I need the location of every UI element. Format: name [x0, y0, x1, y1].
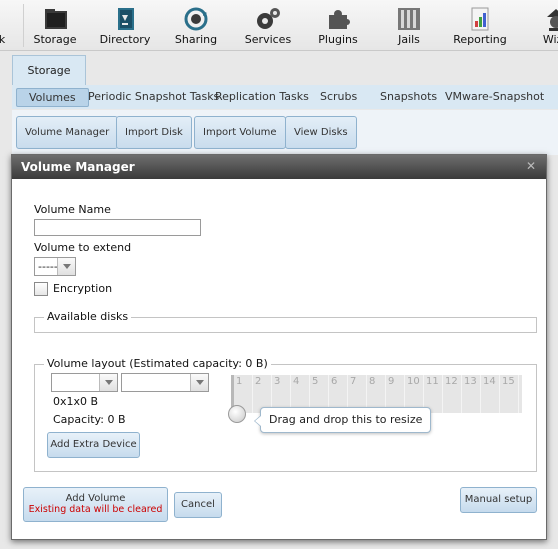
- storage-subtabs: Volumes Periodic Snapshot Tasks Replicat…: [12, 85, 558, 109]
- toolbar-directory-label: Directory: [99, 33, 151, 46]
- volume-name-label: Volume Name: [34, 203, 111, 216]
- add-volume-warning: Existing data will be cleared: [28, 504, 163, 515]
- add-volume-button[interactable]: Add Volume Existing data will be cleared: [23, 487, 168, 522]
- chevron-down-icon[interactable]: [99, 374, 117, 391]
- encryption-label: Encryption: [53, 282, 113, 295]
- reporting-icon: [471, 7, 489, 31]
- services-icon: [257, 8, 280, 29]
- toolbar-sharing-label: Sharing: [174, 33, 218, 46]
- subtab-snapshots[interactable]: Snapshots: [380, 88, 437, 107]
- subtab-periodic-snapshot-tasks[interactable]: Periodic Snapshot Tasks: [88, 88, 219, 107]
- grid-column-number: 11: [426, 376, 439, 387]
- volume-actions-bar: Volume Manager Import Disk Import Volume…: [12, 110, 558, 155]
- volume-manager-dialog: Volume Manager ✕ Volume Name Volume to e…: [11, 154, 547, 540]
- toolbar-divider: [23, 4, 24, 47]
- toolbar-storage-label: Storage: [33, 33, 77, 46]
- import-disk-button[interactable]: Import Disk: [116, 116, 192, 149]
- grid-column-number: 4: [293, 376, 300, 387]
- layout-disk-count-select[interactable]: [51, 373, 118, 392]
- grid-column-number: 7: [350, 376, 357, 387]
- main-tabs: Storage: [12, 55, 558, 85]
- subtab-volumes[interactable]: Volumes: [16, 88, 89, 107]
- add-volume-label: Add Volume: [65, 493, 126, 504]
- grid-column-number: 8: [369, 376, 376, 387]
- volume-to-extend-select[interactable]: -----: [34, 257, 76, 276]
- volume-manager-button[interactable]: Volume Manager: [16, 116, 119, 149]
- grid-column[interactable]: 15: [500, 375, 519, 413]
- resize-tooltip: Drag and drop this to resize: [253, 407, 432, 433]
- toolbar-jails-label: Jails: [398, 33, 420, 46]
- subtab-replication-tasks[interactable]: Replication Tasks: [215, 88, 309, 107]
- grid-column-number: 10: [407, 376, 420, 387]
- grid-column-number: 9: [388, 376, 395, 387]
- grid-column[interactable]: 14: [481, 375, 500, 413]
- toolbar-sharing-button[interactable]: Sharing: [168, 0, 224, 51]
- grid-column-number: 15: [502, 376, 515, 387]
- grid-column[interactable]: 12: [443, 375, 462, 413]
- toolbar-jails-button[interactable]: Jails: [381, 0, 437, 51]
- toolbar-account-button[interactable]: k: [0, 0, 14, 51]
- resize-tooltip-text: Drag and drop this to resize: [269, 413, 423, 426]
- manual-setup-button[interactable]: Manual setup: [460, 487, 537, 513]
- toolbar-reporting-button[interactable]: Reporting: [452, 0, 508, 51]
- layout-dimensions: 0x1x0 B: [53, 395, 99, 408]
- tab-storage[interactable]: Storage: [12, 55, 86, 85]
- grid-column-number: 14: [483, 376, 496, 387]
- view-disks-button[interactable]: View Disks: [285, 116, 357, 149]
- subtab-scrubs[interactable]: Scrubs: [320, 88, 357, 107]
- subtab-vmware-snapshot[interactable]: VMware-Snapshot: [445, 88, 544, 107]
- grid-column-number: 5: [312, 376, 319, 387]
- storage-icon: [45, 9, 67, 29]
- toolbar-plugins-label: Plugins: [318, 33, 358, 46]
- toolbar-account-label: k: [0, 33, 6, 46]
- toolbar-plugins-button[interactable]: Plugins: [310, 0, 366, 51]
- toolbar-storage-button[interactable]: Storage: [27, 0, 83, 51]
- jails-icon: [398, 8, 420, 30]
- grid-column-number: 12: [445, 376, 458, 387]
- top-toolbar: k Storage Directory Sharing Services Plu…: [0, 0, 558, 51]
- grid-column[interactable]: 13: [462, 375, 481, 413]
- plugins-icon: [329, 10, 350, 29]
- chevron-down-icon[interactable]: [190, 374, 208, 391]
- toolbar-wizard-button[interactable]: Wiza: [528, 0, 558, 51]
- cancel-button[interactable]: Cancel: [174, 492, 222, 518]
- toolbar-directory-button[interactable]: Directory: [97, 0, 153, 51]
- dialog-title: Volume Manager: [21, 160, 135, 174]
- toolbar-services-label: Services: [244, 33, 292, 46]
- encryption-checkbox[interactable]: [34, 282, 48, 296]
- layout-type-select[interactable]: [121, 373, 209, 392]
- add-extra-device-button[interactable]: Add Extra Device: [47, 432, 140, 458]
- resize-handle[interactable]: [228, 405, 246, 423]
- grid-column-number: 2: [255, 376, 262, 387]
- volume-to-extend-value: -----: [38, 260, 58, 273]
- available-disks-legend: Available disks: [44, 310, 132, 323]
- import-volume-button[interactable]: Import Volume: [194, 116, 286, 149]
- dialog-title-bar: Volume Manager: [12, 155, 546, 179]
- wizard-icon: [547, 9, 558, 31]
- toolbar-reporting-label: Reporting: [453, 33, 507, 46]
- close-icon[interactable]: ✕: [525, 160, 537, 172]
- grid-column-number: 3: [274, 376, 281, 387]
- sharing-icon: [184, 7, 208, 31]
- directory-icon: [118, 8, 134, 30]
- grid-column-number: 13: [464, 376, 477, 387]
- toolbar-wizard-label: Wiza: [542, 33, 558, 46]
- grid-column-number: 1: [236, 376, 243, 387]
- volume-name-input[interactable]: [34, 219, 201, 236]
- volume-layout-legend: Volume layout (Estimated capacity: 0 B): [44, 357, 271, 370]
- toolbar-services-button[interactable]: Services: [240, 0, 296, 51]
- available-disks-fieldset: Available disks: [34, 310, 537, 333]
- grid-column-number: 6: [331, 376, 338, 387]
- chevron-down-icon[interactable]: [57, 258, 75, 275]
- layout-capacity: Capacity: 0 B: [53, 413, 126, 426]
- volume-to-extend-label: Volume to extend: [34, 241, 132, 254]
